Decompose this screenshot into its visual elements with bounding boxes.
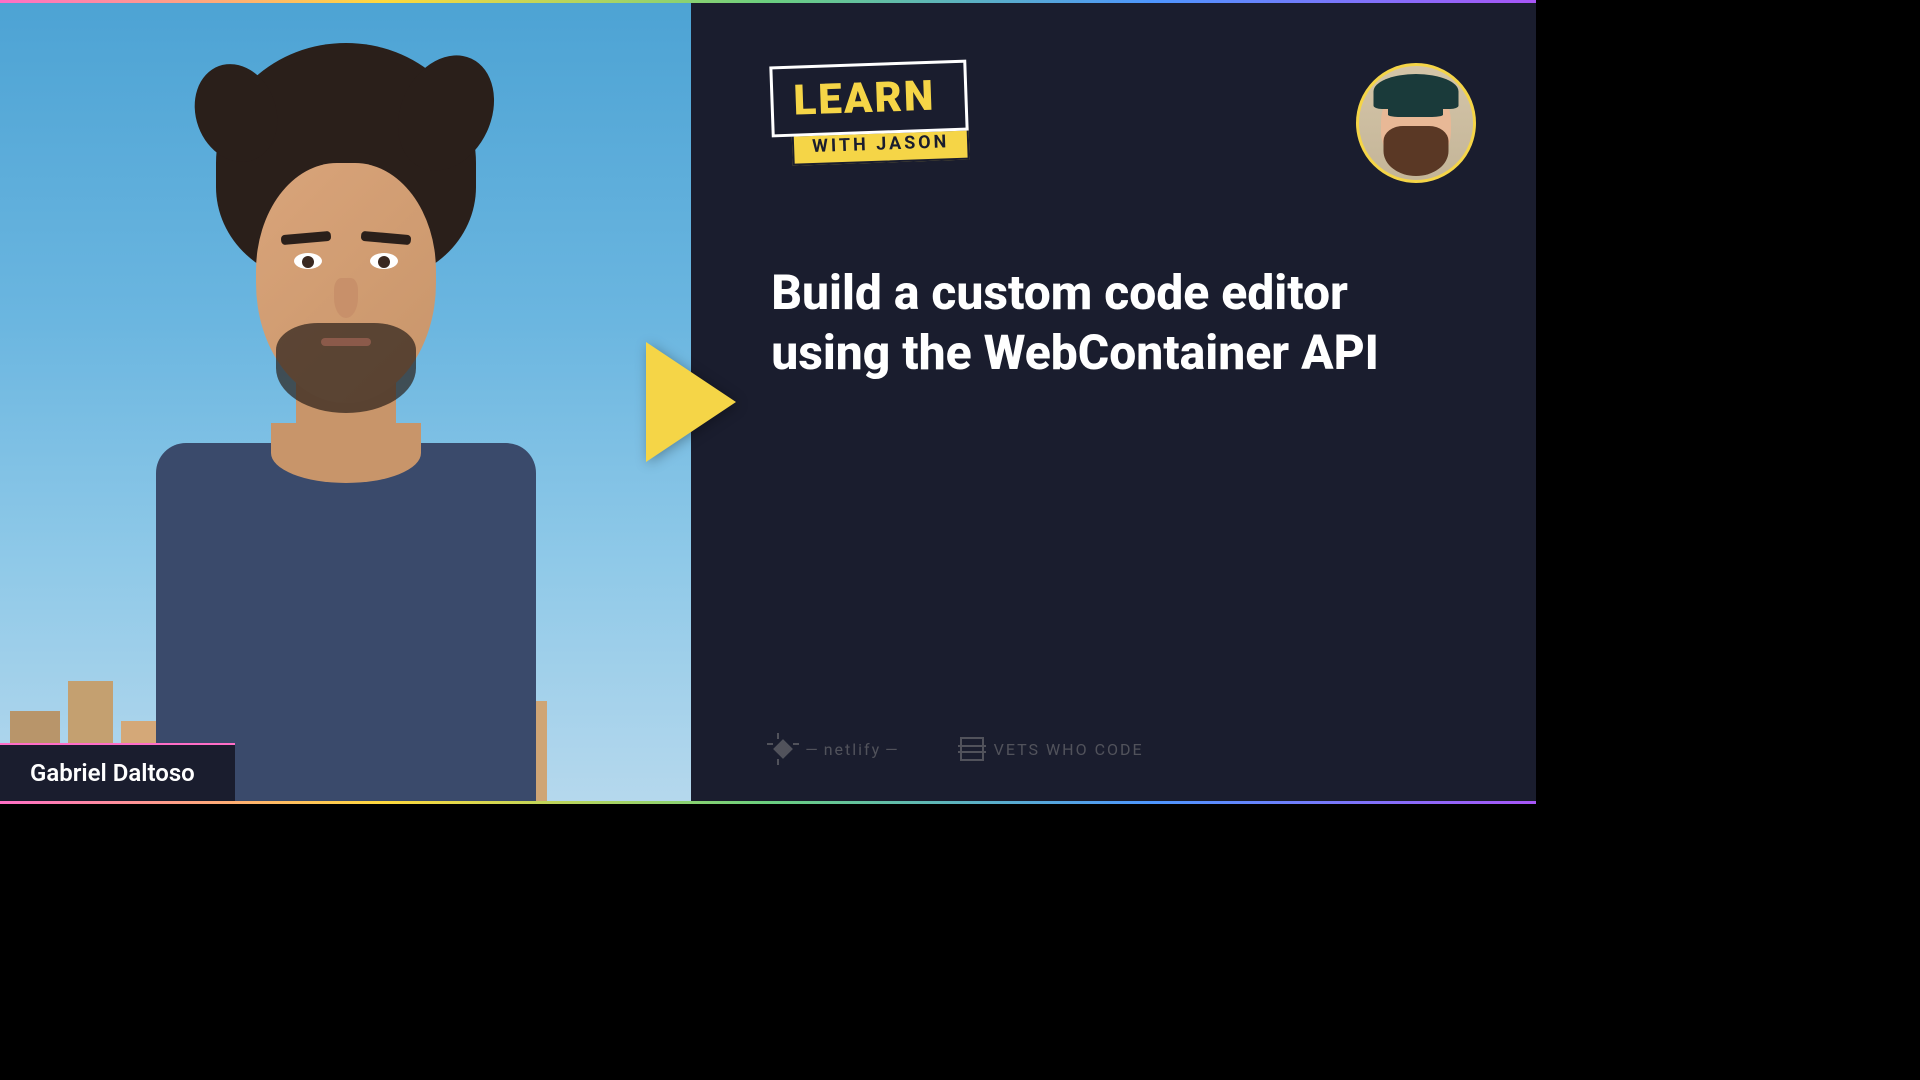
episode-info-panel: LEARN WITH JASON Build a custom code edi… <box>691 3 1536 801</box>
video-thumbnail-card: Gabriel Daltoso LEARN WITH JASON Build a… <box>0 0 1536 804</box>
host-avatar <box>1356 63 1476 183</box>
header-row: LEARN WITH JASON <box>771 63 1476 183</box>
vets-who-code-label: VETS WHO CODE <box>994 740 1144 759</box>
logo-learn-text: LEARN <box>793 71 946 125</box>
play-button[interactable] <box>646 342 736 462</box>
learn-with-jason-logo: LEARN WITH JASON <box>770 60 971 167</box>
netlify-sponsor: netlify <box>771 737 899 761</box>
netlify-icon <box>771 737 795 761</box>
hash-icon <box>960 737 984 761</box>
episode-title: Build a custom code editor using the Web… <box>771 263 1476 383</box>
guest-portrait <box>156 63 536 763</box>
guest-photo <box>0 3 691 801</box>
netlify-label: netlify <box>805 740 899 759</box>
sponsors-row: netlify VETS WHO CODE <box>771 737 1143 761</box>
vets-who-code-sponsor: VETS WHO CODE <box>960 737 1144 761</box>
guest-photo-panel: Gabriel Daltoso <box>0 3 691 801</box>
guest-name-label: Gabriel Daltoso <box>0 743 235 801</box>
